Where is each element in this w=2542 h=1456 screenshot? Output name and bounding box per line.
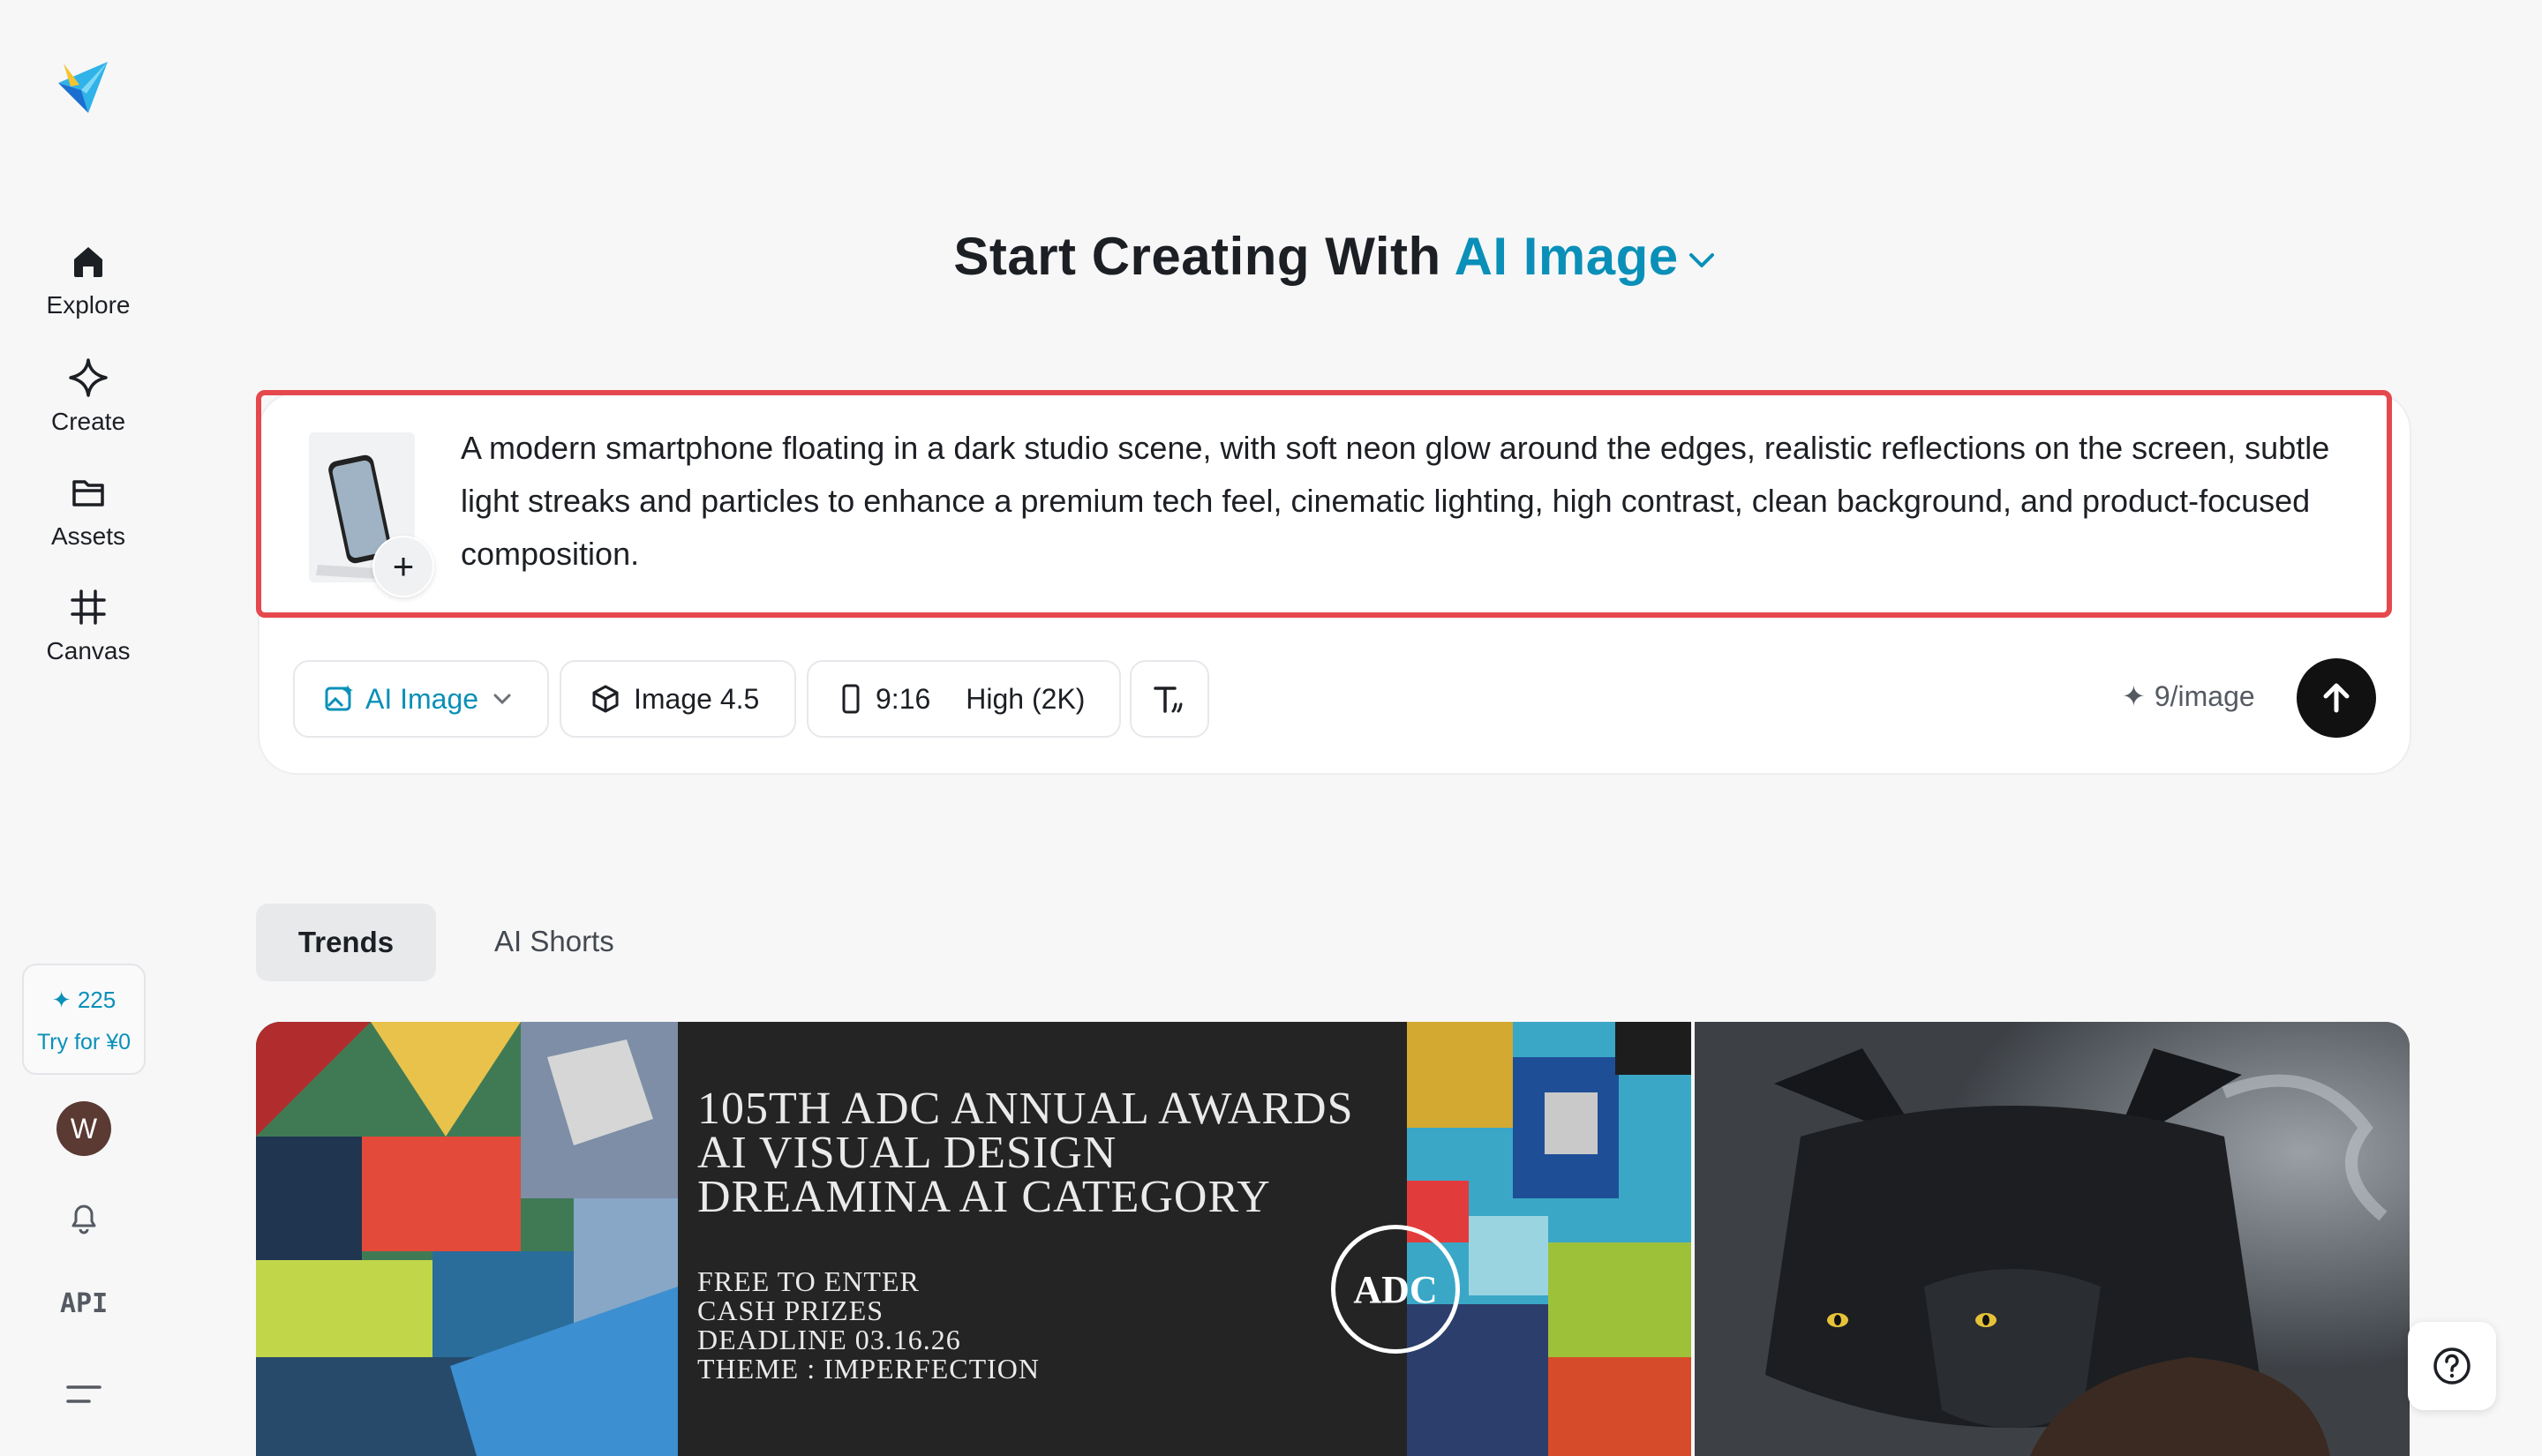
canvas-grid-icon: [71, 589, 106, 625]
api-link[interactable]: API: [60, 1288, 108, 1319]
ratio-label: 9:16: [876, 682, 931, 715]
poster-line-1: 105TH ADC ANNUAL AWARDS: [697, 1084, 1354, 1134]
chevron-down-icon: [493, 694, 511, 705]
help-button[interactable]: [2408, 1322, 2496, 1410]
nav-explore-label: Explore: [46, 291, 131, 319]
cube-icon: [592, 685, 619, 713]
nav-canvas[interactable]: Canvas: [18, 586, 159, 665]
arrow-up-icon: [2323, 683, 2350, 713]
poster-sub-3: DEADLINE 03.16.26: [697, 1324, 961, 1355]
notifications-bell-icon[interactable]: [62, 1195, 106, 1239]
nav-canvas-label: Canvas: [46, 637, 131, 664]
page-title: Start Creating With AI Image: [0, 226, 2542, 287]
prompt-textarea[interactable]: A modern smartphone floating in a dark s…: [461, 422, 2367, 581]
text-style-button[interactable]: [1130, 660, 1209, 738]
model-label: Image 4.5: [634, 682, 760, 715]
add-reference-button[interactable]: +: [372, 536, 434, 597]
avatar[interactable]: W: [56, 1101, 111, 1156]
nav-create-label: Create: [50, 408, 126, 435]
menu-icon[interactable]: [62, 1373, 106, 1417]
price-label: 9/image: [2154, 679, 2255, 712]
credits-badge[interactable]: ✦ 225 Try for ¥0: [22, 964, 146, 1075]
mode-selector-title[interactable]: AI Image: [1455, 227, 1719, 286]
tab-ai-shorts[interactable]: AI Shorts: [494, 925, 614, 958]
folder-icon: [72, 480, 104, 507]
poster-sub-2: CASH PRIZES: [697, 1295, 884, 1326]
question-icon: [2433, 1347, 2471, 1385]
poster-line-2: AI VISUAL DESIGN: [697, 1128, 1117, 1178]
feed-card-wolf[interactable]: [1695, 1022, 2410, 1456]
poster-details: FREE TO ENTER CASH PRIZES DEADLINE 03.16…: [697, 1267, 1040, 1384]
wolf-image: [1695, 1022, 2410, 1456]
chevron-down-icon: [1688, 253, 1714, 268]
nav-assets[interactable]: Assets: [18, 471, 159, 551]
poster-sub-4: THEME : IMPERFECTION: [697, 1353, 1040, 1385]
mode-label: AI Image: [365, 682, 479, 715]
mode-dropdown[interactable]: AI Image: [293, 660, 549, 738]
model-selector[interactable]: Image 4.5: [560, 660, 796, 738]
poster-sub-1: FREE TO ENTER: [697, 1265, 920, 1297]
adc-logo: ADC: [1331, 1225, 1460, 1354]
portrait-ratio-icon: [842, 684, 860, 714]
try-free-link[interactable]: Try for ¥0: [24, 1030, 144, 1055]
quality-label: High (2K): [966, 682, 1086, 715]
tab-trends[interactable]: Trends: [256, 904, 436, 981]
ai-image-icon: [325, 685, 353, 711]
sidebar: Explore Create Assets Canvas ✦ 225 Try f…: [0, 0, 177, 1456]
generate-button[interactable]: [2297, 658, 2376, 738]
poster-headline: 105TH ADC ANNUAL AWARDS AI VISUAL DESIGN…: [697, 1084, 1354, 1222]
credits-count: 225: [77, 987, 117, 1013]
star-icon: ✦: [2122, 680, 2146, 712]
poster-line-3: DREAMINA AI CATEGORY: [697, 1172, 1271, 1222]
nav-create[interactable]: Create: [18, 356, 159, 436]
dreamina-logo[interactable]: [55, 58, 111, 116]
title-accent: AI Image: [1454, 227, 1679, 286]
aspect-quality-selector[interactable]: 9:16 High (2K): [807, 660, 1121, 738]
price-indicator: ✦ 9/image: [2122, 679, 2255, 713]
feed-card-adc-awards[interactable]: 105TH ADC ANNUAL AWARDS AI VISUAL DESIGN…: [256, 1022, 1691, 1456]
title-prefix: Start Creating With: [953, 227, 1441, 286]
text-format-icon: [1154, 687, 1183, 713]
nav-assets-label: Assets: [50, 522, 126, 550]
star-icon: ✦: [51, 987, 71, 1013]
sparkle-outline-icon: [69, 358, 108, 397]
